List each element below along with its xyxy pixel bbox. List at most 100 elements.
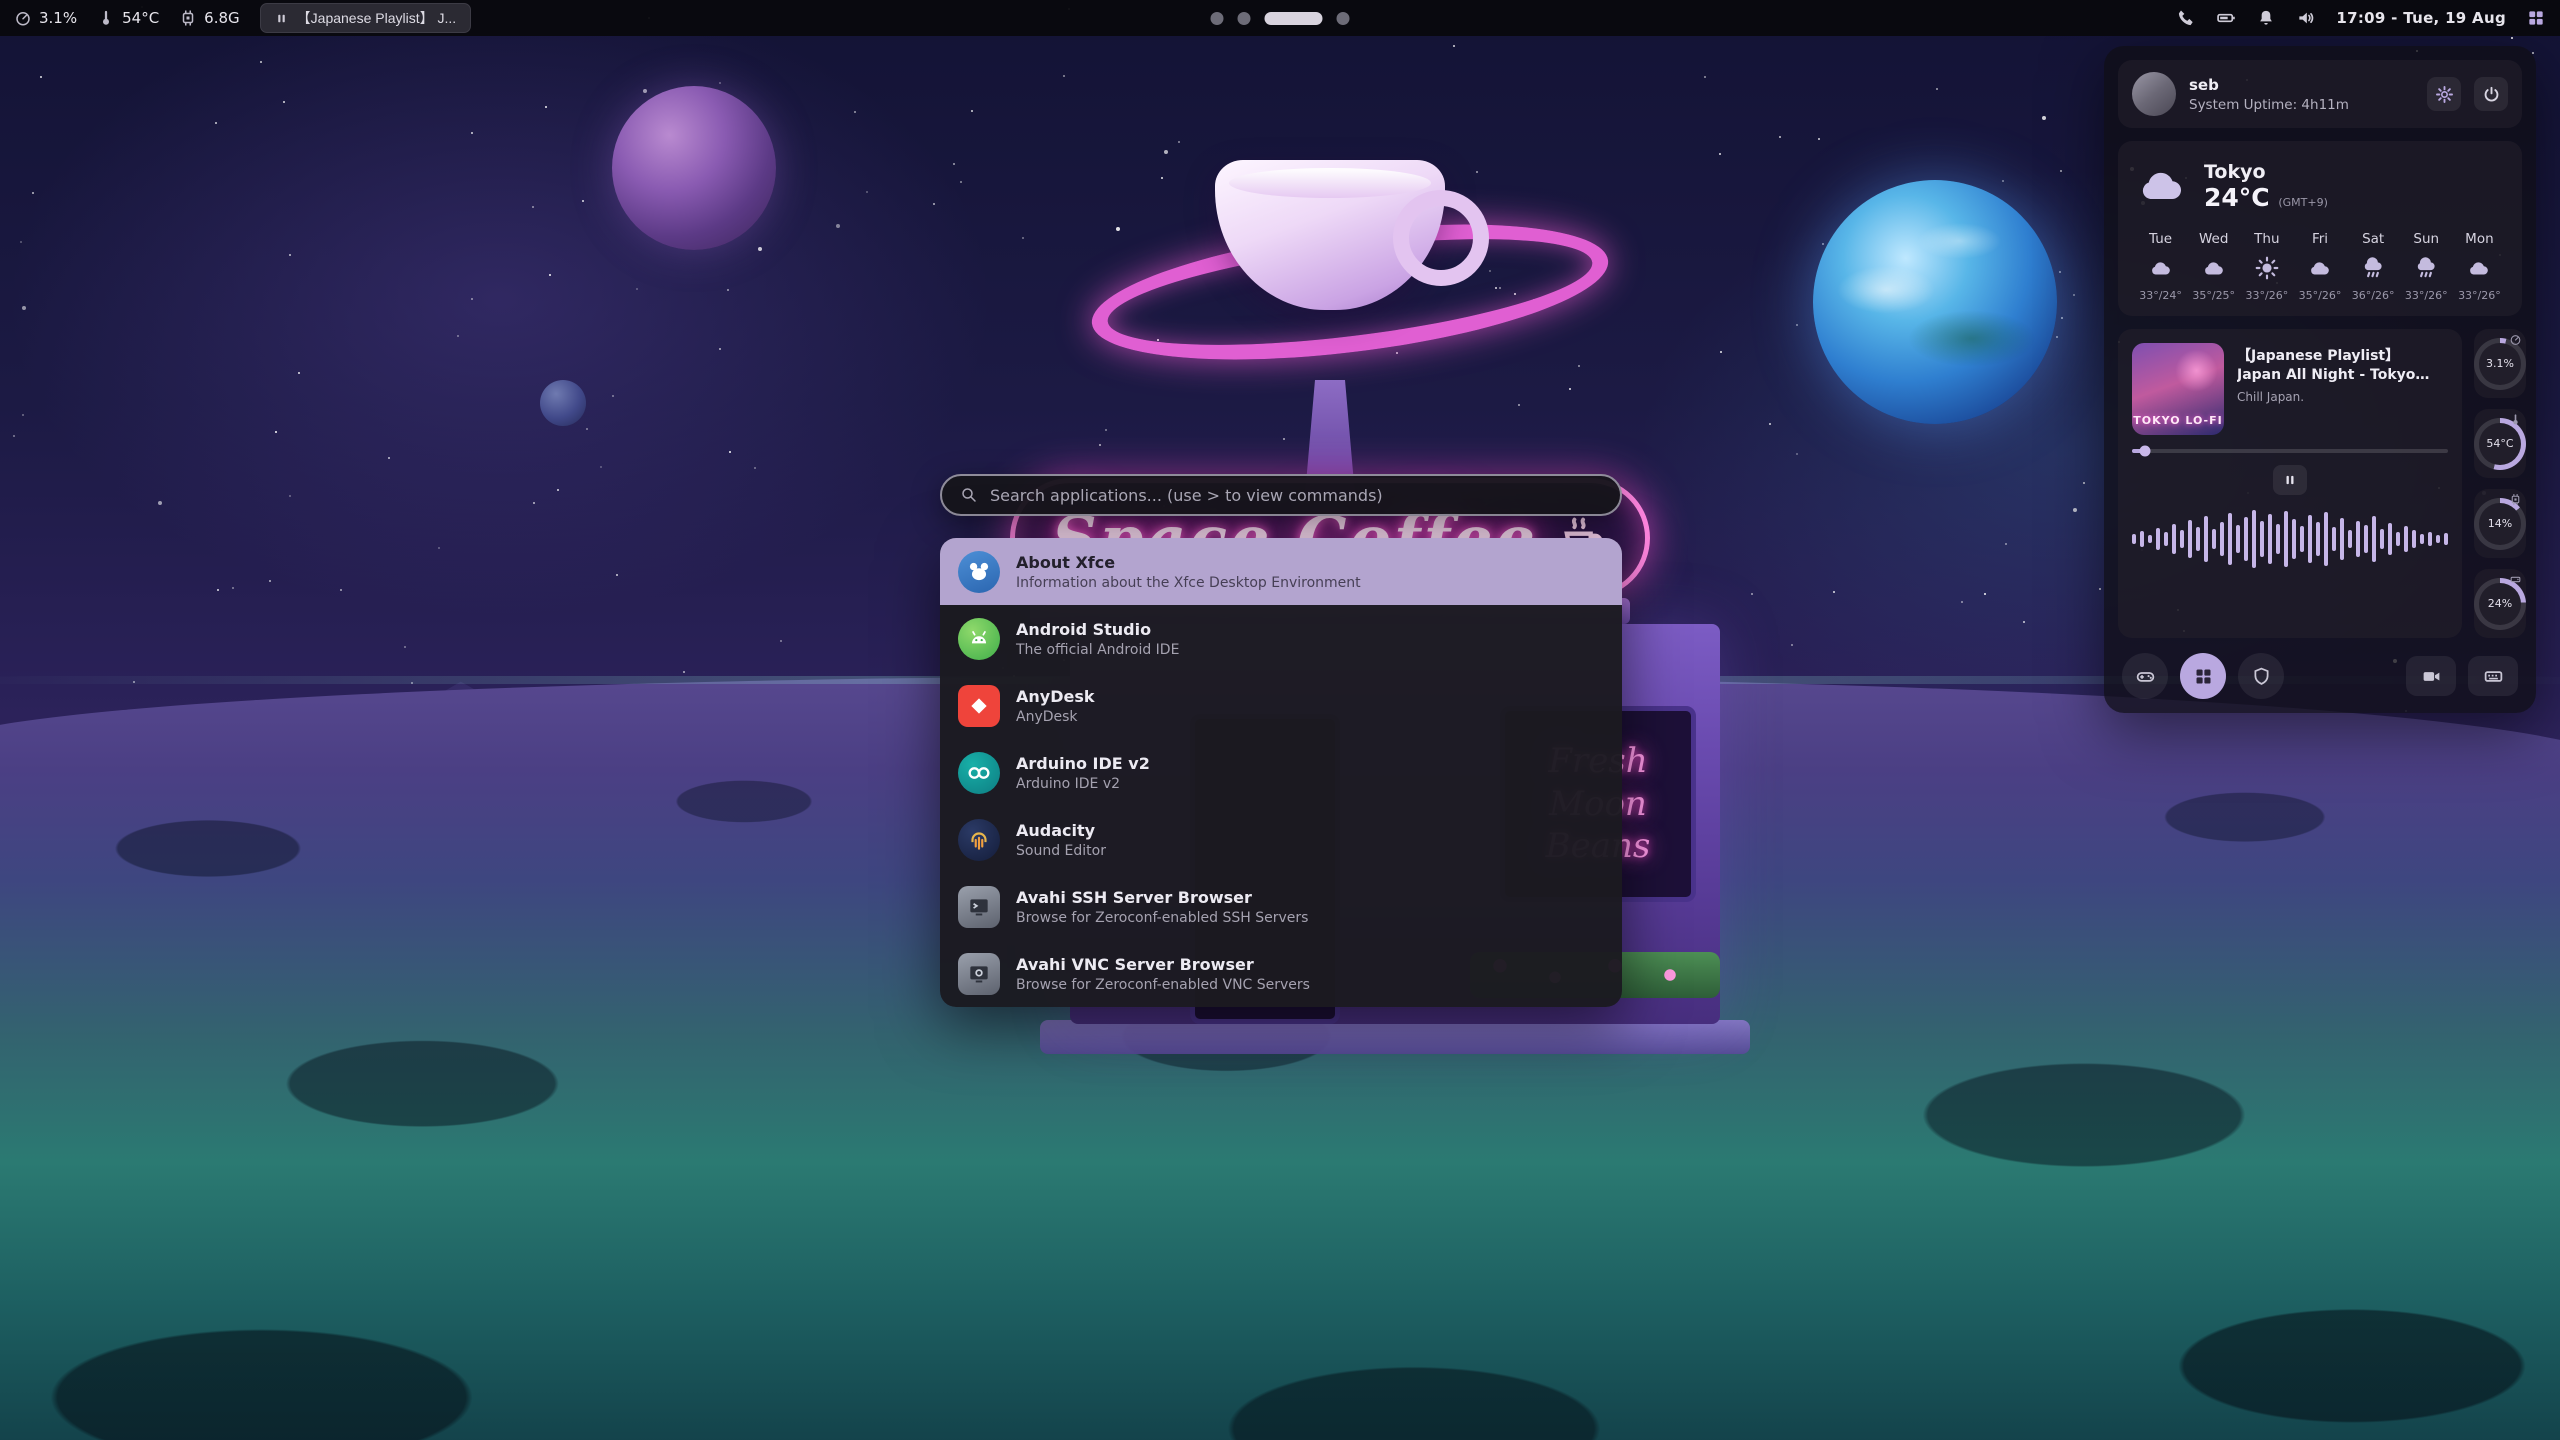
launcher-item-android-studio[interactable]: Android Studio The official Android IDE (940, 605, 1622, 672)
earth-planet (1813, 180, 2057, 424)
launcher-search-bar[interactable] (940, 474, 1622, 516)
weather-city: Tokyo (2204, 161, 2328, 183)
app-desc: The official Android IDE (1016, 642, 1179, 658)
settings-button[interactable] (2427, 77, 2461, 111)
keyboard-button[interactable] (2468, 656, 2518, 696)
anydesk-icon (958, 685, 1000, 727)
launcher-item-arduino[interactable]: Arduino IDE v2 Arduino IDE v2 (940, 739, 1622, 806)
uptime-label: System Uptime: 4h11m (2189, 97, 2414, 113)
memory-chip-icon (179, 9, 197, 27)
album-art: TOKYO LO-FI (2132, 343, 2224, 435)
avatar (2132, 72, 2176, 116)
power-icon (2482, 85, 2501, 104)
forecast-day: Wed 35°/25° (2187, 231, 2240, 302)
disk-icon (2509, 573, 2522, 586)
thermometer-icon (97, 9, 115, 27)
pause-icon (275, 12, 288, 25)
forecast-day: Thu 33°/26° (2240, 231, 2293, 302)
app-launcher: About Xfce Information about the Xfce De… (940, 474, 1622, 1007)
cpu-indicator[interactable]: 3.1% (14, 9, 77, 27)
app-desc: Browse for Zeroconf-enabled VNC Servers (1016, 977, 1310, 993)
app-name: AnyDesk (1016, 687, 1095, 706)
avahi-ssh-icon (958, 886, 1000, 928)
shield-icon (2251, 666, 2272, 687)
memory-indicator[interactable]: 6.8G (179, 9, 239, 27)
seek-bar[interactable] (2132, 449, 2448, 453)
thermometer-icon (2509, 413, 2522, 426)
clock[interactable]: 17:09 - Tue, 19 Aug (2336, 9, 2506, 27)
keyboard-icon (2483, 666, 2504, 687)
launcher-item-avahi-vnc[interactable]: Avahi VNC Server Browser Browse for Zero… (940, 940, 1622, 1007)
cloud-icon (2148, 255, 2174, 281)
track-subtitle: Chill Japan. (2237, 390, 2448, 404)
user-card: seb System Uptime: 4h11m (2118, 60, 2522, 128)
username: seb (2189, 76, 2414, 94)
control-panel: seb System Uptime: 4h11m Tokyo 24°C (GMT… (2104, 46, 2536, 713)
app-desc: Arduino IDE v2 (1016, 776, 1150, 792)
weather-temperature: 24°C (GMT+9) (2204, 185, 2328, 210)
forecast-day: Tue 33°/24° (2134, 231, 2187, 302)
app-desc: AnyDesk (1016, 709, 1095, 725)
cloud-icon (2134, 157, 2190, 213)
app-name: Avahi VNC Server Browser (1016, 955, 1310, 974)
temperature-indicator[interactable]: 54°C (97, 9, 159, 27)
cloud-icon (2307, 255, 2333, 281)
launcher-item-about-xfce[interactable]: About Xfce Information about the Xfce De… (940, 538, 1622, 605)
pause-button[interactable] (2273, 465, 2307, 495)
forecast-day: Mon 33°/26° (2453, 231, 2506, 302)
gamemode-button[interactable] (2122, 653, 2168, 699)
cloud-icon (2201, 255, 2227, 281)
power-button[interactable] (2474, 77, 2508, 111)
forecast-day: Sun 33°/26° (2400, 231, 2453, 302)
app-name: Arduino IDE v2 (1016, 754, 1150, 773)
workspace-dot-1[interactable] (1211, 12, 1224, 25)
app-desc: Sound Editor (1016, 843, 1106, 859)
workspace-active-pill[interactable] (1265, 12, 1323, 25)
sun-icon (2254, 255, 2280, 281)
system-gauges: 3.1% 54°C 14% 24% (2474, 329, 2526, 638)
arduino-icon (958, 752, 1000, 794)
album-art-text: TOKYO LO-FI (2132, 414, 2224, 427)
xfce-icon (958, 551, 1000, 593)
forecast-day: Sat 36°/26° (2347, 231, 2400, 302)
panel-quick-actions (2118, 651, 2522, 699)
search-input[interactable] (990, 486, 1602, 505)
weather-card: Tokyo 24°C (GMT+9) Tue 33°/24° Wed 35°/2… (2118, 141, 2522, 316)
gear-icon (2435, 85, 2454, 104)
app-name: Android Studio (1016, 620, 1179, 639)
seek-knob[interactable] (2139, 446, 2150, 457)
phone-icon[interactable] (2176, 8, 2196, 28)
android-studio-icon (958, 618, 1000, 660)
launcher-item-audacity[interactable]: Audacity Sound Editor (940, 806, 1622, 873)
now-playing-title: 【Japanese Playlist】 J... (297, 8, 457, 28)
rain-icon (2360, 255, 2386, 281)
app-desc: Browse for Zeroconf-enabled SSH Servers (1016, 910, 1308, 926)
cpu-percent: 3.1% (39, 9, 77, 27)
app-name: About Xfce (1016, 553, 1361, 572)
weather-timezone: (GMT+9) (2278, 196, 2328, 209)
small-moon (540, 380, 586, 426)
app-name: Audacity (1016, 821, 1106, 840)
launcher-item-anydesk[interactable]: AnyDesk AnyDesk (940, 672, 1622, 739)
app-grid-button[interactable] (2180, 653, 2226, 699)
now-playing-pill[interactable]: 【Japanese Playlist】 J... (260, 3, 472, 33)
app-desc: Information about the Xfce Desktop Envir… (1016, 575, 1361, 591)
forecast-day: Fri 35°/26° (2293, 231, 2346, 302)
grid-icon (2193, 666, 2214, 687)
launcher-results: About Xfce Information about the Xfce De… (940, 538, 1622, 1007)
workspace-switcher (1211, 12, 1350, 25)
screen-record-button[interactable] (2406, 656, 2456, 696)
workspace-dot-2[interactable] (1238, 12, 1251, 25)
temperature-value: 54°C (122, 9, 159, 27)
launcher-item-avahi-ssh[interactable]: Avahi SSH Server Browser Browse for Zero… (940, 873, 1622, 940)
bell-icon[interactable] (2256, 8, 2276, 28)
workspace-dot-4[interactable] (1337, 12, 1350, 25)
battery-icon[interactable] (2216, 8, 2236, 28)
memory-chip-icon (2509, 493, 2522, 506)
memory-gauge: 14% (2474, 489, 2526, 558)
memory-value: 6.8G (204, 9, 239, 27)
apps-grid-icon[interactable] (2526, 8, 2546, 28)
shield-button[interactable] (2238, 653, 2284, 699)
top-bar: 3.1% 54°C 6.8G 【Japanese Playlist】 J... (0, 0, 2560, 36)
volume-icon[interactable] (2296, 8, 2316, 28)
